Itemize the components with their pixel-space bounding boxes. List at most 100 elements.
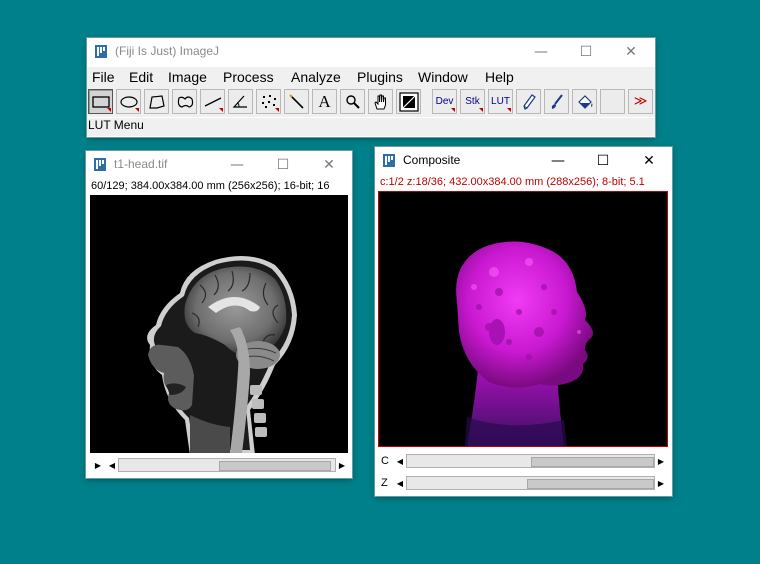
scroll-right-icon[interactable]: ▶ <box>336 458 348 472</box>
play-icon[interactable]: ▶ <box>92 458 104 472</box>
composite-window-title: Composite <box>403 153 461 167</box>
fiji-app-icon <box>95 45 107 58</box>
dev-label: Dev <box>435 96 454 107</box>
brush-icon <box>551 93 563 109</box>
line-tool[interactable] <box>200 89 225 114</box>
oval-tool[interactable] <box>116 89 141 114</box>
lut-menu[interactable]: LUT <box>488 89 513 114</box>
minimize-icon: — <box>230 157 244 173</box>
z-scroll-track[interactable] <box>406 476 655 490</box>
text-icon: A <box>318 91 331 111</box>
magnifier-icon <box>345 94 360 109</box>
status-bar: LUT Menu <box>87 118 655 136</box>
polygon-icon <box>148 94 165 109</box>
maximize-icon: ☐ <box>579 44 593 60</box>
composite-image[interactable] <box>378 191 668 447</box>
scroll-right-icon[interactable]: ▶ <box>655 454 667 468</box>
scroll-right-icon[interactable]: ▶ <box>655 476 667 490</box>
brush-tool[interactable] <box>544 89 569 114</box>
color-picker-icon <box>398 91 419 112</box>
t1-window-title: t1-head.tif <box>114 157 168 171</box>
menu-help[interactable]: Help <box>485 69 514 85</box>
menu-plugins[interactable]: Plugins <box>357 69 403 85</box>
wand-tool[interactable] <box>284 89 309 114</box>
menu-image[interactable]: Image <box>168 69 207 85</box>
hand-icon <box>373 94 386 109</box>
maximize-button[interactable]: ☐ <box>260 151 306 179</box>
minimize-button[interactable]: — <box>214 151 260 179</box>
maximize-button[interactable]: ☐ <box>580 147 626 175</box>
maximize-button[interactable]: ☐ <box>563 38 609 66</box>
main-titlebar[interactable]: (Fiji Is Just) ImageJ — ☐ ✕ <box>87 38 655 66</box>
mri-sagittal-image <box>147 256 297 455</box>
color-picker-tool[interactable] <box>396 89 421 114</box>
minimize-button[interactable]: — <box>518 38 564 66</box>
channel-scroll-thumb[interactable] <box>531 457 654 467</box>
minimize-icon: — <box>534 44 548 60</box>
t1-head-window: t1-head.tif — ☐ ✕ 60/129; 384.00x384.00 … <box>86 151 352 478</box>
stk-menu[interactable]: Stk <box>460 89 485 114</box>
menu-analyze[interactable]: Analyze <box>291 69 341 85</box>
z-slider[interactable]: Z ◀ ▶ <box>379 476 667 490</box>
point-tool[interactable] <box>256 89 281 114</box>
t1-titlebar[interactable]: t1-head.tif — ☐ ✕ <box>86 151 352 179</box>
pencil-tool[interactable] <box>516 89 541 114</box>
minimize-icon: — <box>551 153 565 169</box>
close-icon: ✕ <box>625 44 637 60</box>
freehand-icon <box>177 95 193 108</box>
dev-menu[interactable]: Dev <box>432 89 457 114</box>
stk-label: Stk <box>465 96 480 107</box>
menu-process[interactable]: Process <box>223 69 274 85</box>
close-button[interactable]: ✕ <box>626 147 672 175</box>
fiji-app-icon <box>383 154 395 167</box>
channel-slider[interactable]: C ◀ ▶ <box>379 454 667 468</box>
text-tool[interactable]: A <box>312 89 337 114</box>
composite-titlebar[interactable]: Composite — ☐ ✕ <box>375 147 672 175</box>
menu-file[interactable]: File <box>92 69 115 85</box>
close-button[interactable]: ✕ <box>306 151 352 179</box>
channel-scroll-track[interactable] <box>406 454 655 468</box>
close-icon: ✕ <box>643 153 655 169</box>
fiji-app-icon <box>94 158 106 171</box>
scroll-left-icon[interactable]: ◀ <box>394 476 406 490</box>
freehand-tool[interactable] <box>172 89 197 114</box>
volume-render-head-image <box>456 241 593 446</box>
more-icon: ≫ <box>633 94 648 109</box>
polygon-tool[interactable] <box>144 89 169 114</box>
pencil-icon <box>522 93 536 110</box>
close-icon: ✕ <box>323 157 335 173</box>
t1-scroll-thumb[interactable] <box>219 461 331 471</box>
channel-slider-label: C <box>381 455 389 467</box>
hand-tool[interactable] <box>368 89 393 114</box>
rectangle-tool[interactable] <box>88 89 113 114</box>
scroll-left-icon[interactable]: ◀ <box>394 454 406 468</box>
blank-tool-slot[interactable] <box>600 89 625 114</box>
menu-edit[interactable]: Edit <box>129 69 153 85</box>
z-scroll-thumb[interactable] <box>527 479 654 489</box>
flood-fill-icon <box>577 94 592 109</box>
oval-icon <box>119 95 138 108</box>
z-slider-label: Z <box>381 477 388 489</box>
rectangle-icon <box>91 95 110 108</box>
minimize-button[interactable]: — <box>535 147 581 175</box>
t1-slice-scrollbar[interactable]: ▶ ◀ ▶ <box>92 458 348 472</box>
main-window-title: (Fiji Is Just) ImageJ <box>115 44 220 58</box>
angle-icon <box>232 95 247 108</box>
maximize-icon: ☐ <box>276 157 290 173</box>
flood-fill-tool[interactable] <box>572 89 597 114</box>
magnifier-tool[interactable] <box>340 89 365 114</box>
t1-scroll-track[interactable] <box>118 458 336 472</box>
maximize-icon: ☐ <box>596 153 610 169</box>
t1-image-info: 60/129; 384.00x384.00 mm (256x256); 16-b… <box>91 180 330 192</box>
wand-icon <box>288 93 304 109</box>
close-button[interactable]: ✕ <box>608 38 654 66</box>
t1-head-image[interactable] <box>90 195 348 455</box>
angle-tool[interactable] <box>228 89 253 114</box>
more-tools-button[interactable]: ≫ <box>628 89 653 114</box>
toolbar: A Dev Stk LUT ≫ <box>87 87 655 117</box>
menu-window[interactable]: Window <box>418 69 468 85</box>
lut-label: LUT <box>491 96 510 107</box>
imagej-main-window: (Fiji Is Just) ImageJ — ☐ ✕ File Edit Im… <box>87 38 655 137</box>
menubar: File Edit Image Process Analyze Plugins … <box>87 67 655 87</box>
scroll-left-icon[interactable]: ◀ <box>106 458 118 472</box>
